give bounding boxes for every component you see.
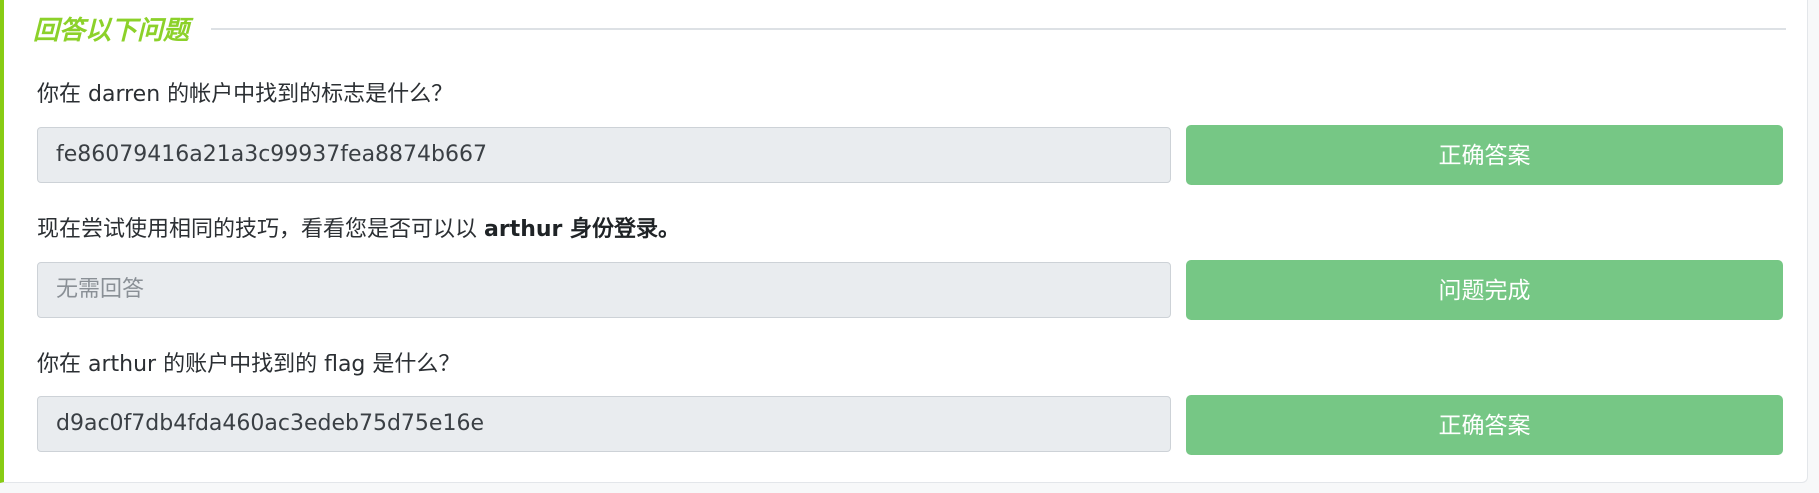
question-2-complete-button[interactable]: 问题完成	[1186, 260, 1783, 320]
question-1-prefix: 你在	[37, 82, 88, 107]
question-3-prefix: 你在	[37, 352, 88, 377]
question-3-keyword: arthur	[88, 352, 157, 377]
question-1-keyword: darren	[88, 82, 161, 107]
question-3-submit-button[interactable]: 正确答案	[1186, 395, 1783, 455]
question-1-answer-input[interactable]: fe86079416a21a3c99937fea8874b667	[37, 127, 1171, 183]
section-divider	[211, 28, 1786, 30]
task-card: 回答以下问题 你在 darren 的帐户中找到的标志是什么？ fe8607941…	[0, 0, 1808, 483]
question-2-prefix: 现在尝试使用相同的技巧，看看您是否可以以	[37, 217, 484, 242]
question-3-answer-input[interactable]: d9ac0f7db4fda460ac3edeb75d75e16e	[37, 396, 1171, 452]
question-1-suffix: 的帐户中找到的标志是什么？	[160, 82, 454, 107]
question-2-text: 现在尝试使用相同的技巧，看看您是否可以以 arthur 身份登录。	[37, 211, 680, 243]
section-header: 回答以下问题	[33, 8, 1786, 48]
question-2-answer-input[interactable]: 无需回答	[37, 262, 1171, 318]
question-3-suffix: 是什么？	[365, 352, 461, 377]
question-1-text: 你在 darren 的帐户中找到的标志是什么？	[37, 76, 453, 108]
section-title: 回答以下问题	[33, 15, 190, 46]
question-3-keyword-flag: flag	[324, 352, 366, 377]
question-3-text: 你在 arthur 的账户中找到的 flag 是什么？	[37, 346, 460, 378]
question-1-submit-button[interactable]: 正确答案	[1186, 125, 1783, 185]
question-3-middle: 的账户中找到的	[156, 352, 325, 377]
question-2-keyword: arthur 身份登录。	[484, 217, 681, 242]
